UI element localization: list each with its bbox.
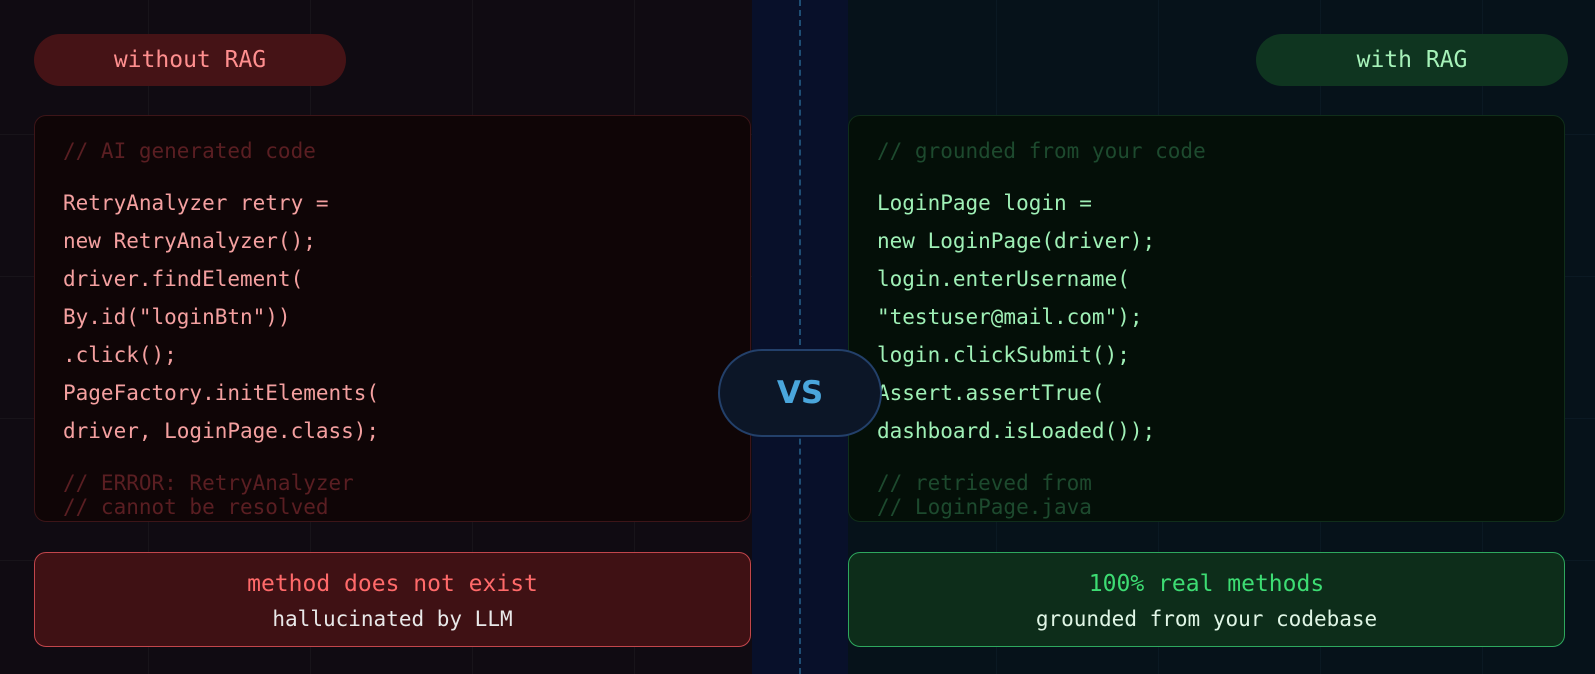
code-line: new RetryAnalyzer(); [63, 229, 316, 253]
code-line: "testuser@mail.com"); [877, 305, 1143, 329]
code-line: driver.findElement( [63, 267, 304, 291]
with-rag-label: with RAG [1256, 34, 1568, 86]
source-comment-line: // retrieved from [877, 471, 1092, 495]
code-lines: LoginPage login = new LoginPage(driver);… [877, 184, 1155, 450]
code-line: By.id("loginBtn")) [63, 305, 291, 329]
dashed-divider-line [799, 0, 801, 674]
code-lines: RetryAnalyzer retry = new RetryAnalyzer(… [63, 184, 379, 450]
vs-badge: VS [718, 349, 882, 437]
code-comment-top: // AI generated code [63, 139, 316, 163]
code-line: new LoginPage(driver); [877, 229, 1156, 253]
code-comment-top: // grounded from your code [877, 139, 1206, 163]
code-line: login.clickSubmit(); [877, 343, 1130, 367]
without-rag-label: without RAG [34, 34, 346, 86]
grounded-code-block: // grounded from your code LoginPage log… [848, 115, 1565, 522]
hallucinated-code-block: // AI generated code RetryAnalyzer retry… [34, 115, 751, 522]
verdict-subtitle: grounded from your codebase [1035, 607, 1378, 631]
error-comment: // ERROR: RetryAnalyzer // cannot be res… [63, 471, 354, 519]
verdict-title: 100% real methods [1088, 571, 1325, 597]
source-comment: // retrieved from // LoginPage.java [877, 471, 1092, 519]
code-line: RetryAnalyzer retry = [63, 191, 329, 215]
source-comment-line: // LoginPage.java [877, 495, 1092, 519]
error-comment-line: // ERROR: RetryAnalyzer [63, 471, 354, 495]
verdict-subtitle: hallucinated by LLM [272, 607, 513, 631]
code-line: dashboard.isLoaded()); [877, 419, 1156, 443]
grounded-verdict-box: 100% real methods grounded from your cod… [848, 552, 1565, 647]
code-line: login.enterUsername( [877, 267, 1130, 291]
error-comment-line: // cannot be resolved [63, 495, 329, 519]
code-line: LoginPage login = [877, 191, 1092, 215]
hallucination-verdict-box: method does not exist hallucinated by LL… [34, 552, 751, 647]
comparison-diagram: without RAG // AI generated code RetryAn… [0, 0, 1595, 674]
code-line: Assert.assertTrue( [877, 381, 1105, 405]
code-line: driver, LoginPage.class); [63, 419, 380, 443]
verdict-title: method does not exist [247, 571, 538, 597]
code-line: PageFactory.initElements( [63, 381, 380, 405]
code-line: .click(); [63, 343, 177, 367]
